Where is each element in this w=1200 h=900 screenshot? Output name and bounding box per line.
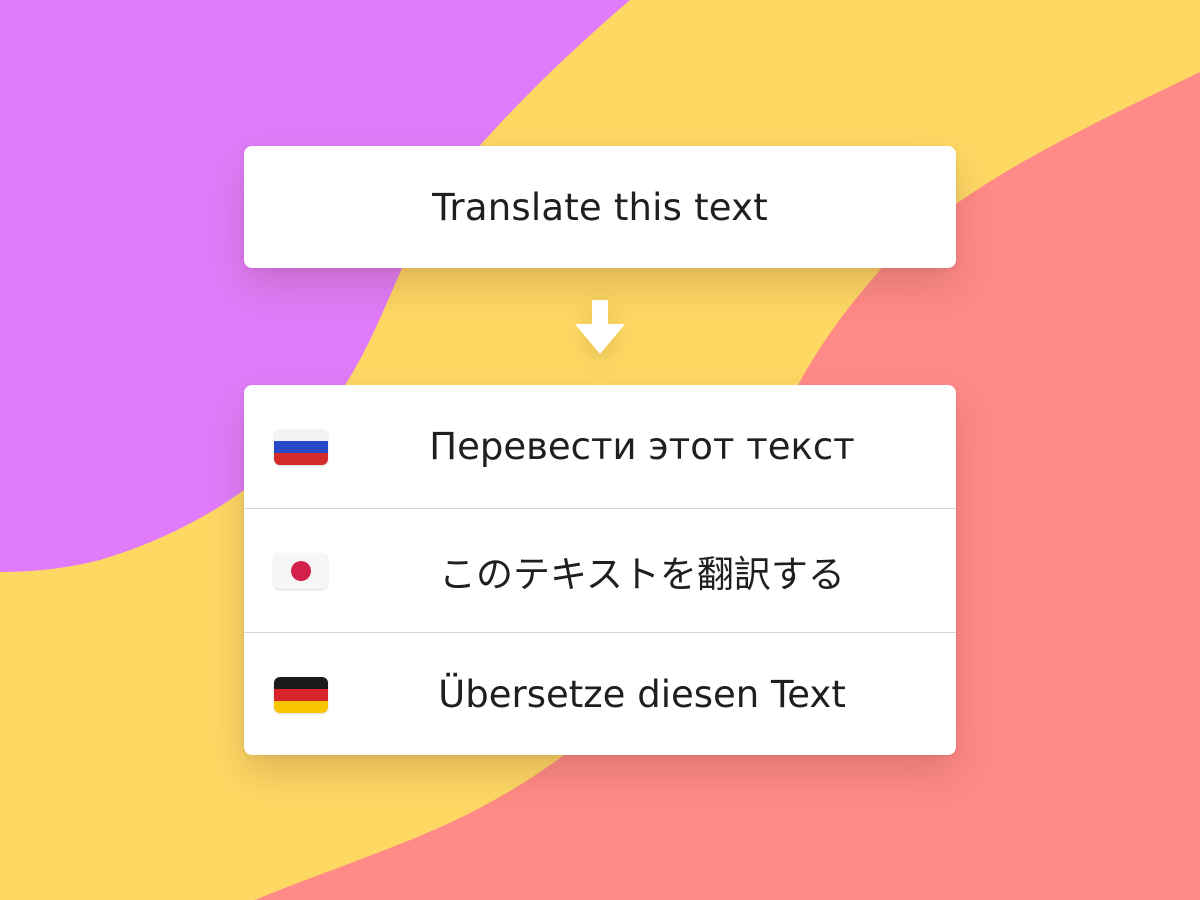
- translation-row-japanese[interactable]: このテキストを翻訳する: [244, 509, 956, 633]
- translations-card: Перевести этот текст このテキストを翻訳する Überset…: [244, 385, 956, 755]
- translation-row-russian[interactable]: Перевести этот текст: [244, 385, 956, 509]
- arrow-down-icon: [575, 300, 625, 354]
- translation-row-german[interactable]: Übersetze diesen Text: [244, 633, 956, 755]
- translation-text-russian: Перевести этот текст: [429, 425, 855, 468]
- source-text-card[interactable]: Translate this text: [244, 146, 956, 268]
- germany-flag-icon: [274, 677, 328, 713]
- translation-text-japanese: このテキストを翻訳する: [439, 552, 845, 596]
- source-text: Translate this text: [432, 185, 768, 229]
- translation-text-german: Übersetze diesen Text: [438, 673, 846, 716]
- russia-flag-icon: [274, 429, 328, 465]
- japan-flag-icon: [274, 553, 328, 589]
